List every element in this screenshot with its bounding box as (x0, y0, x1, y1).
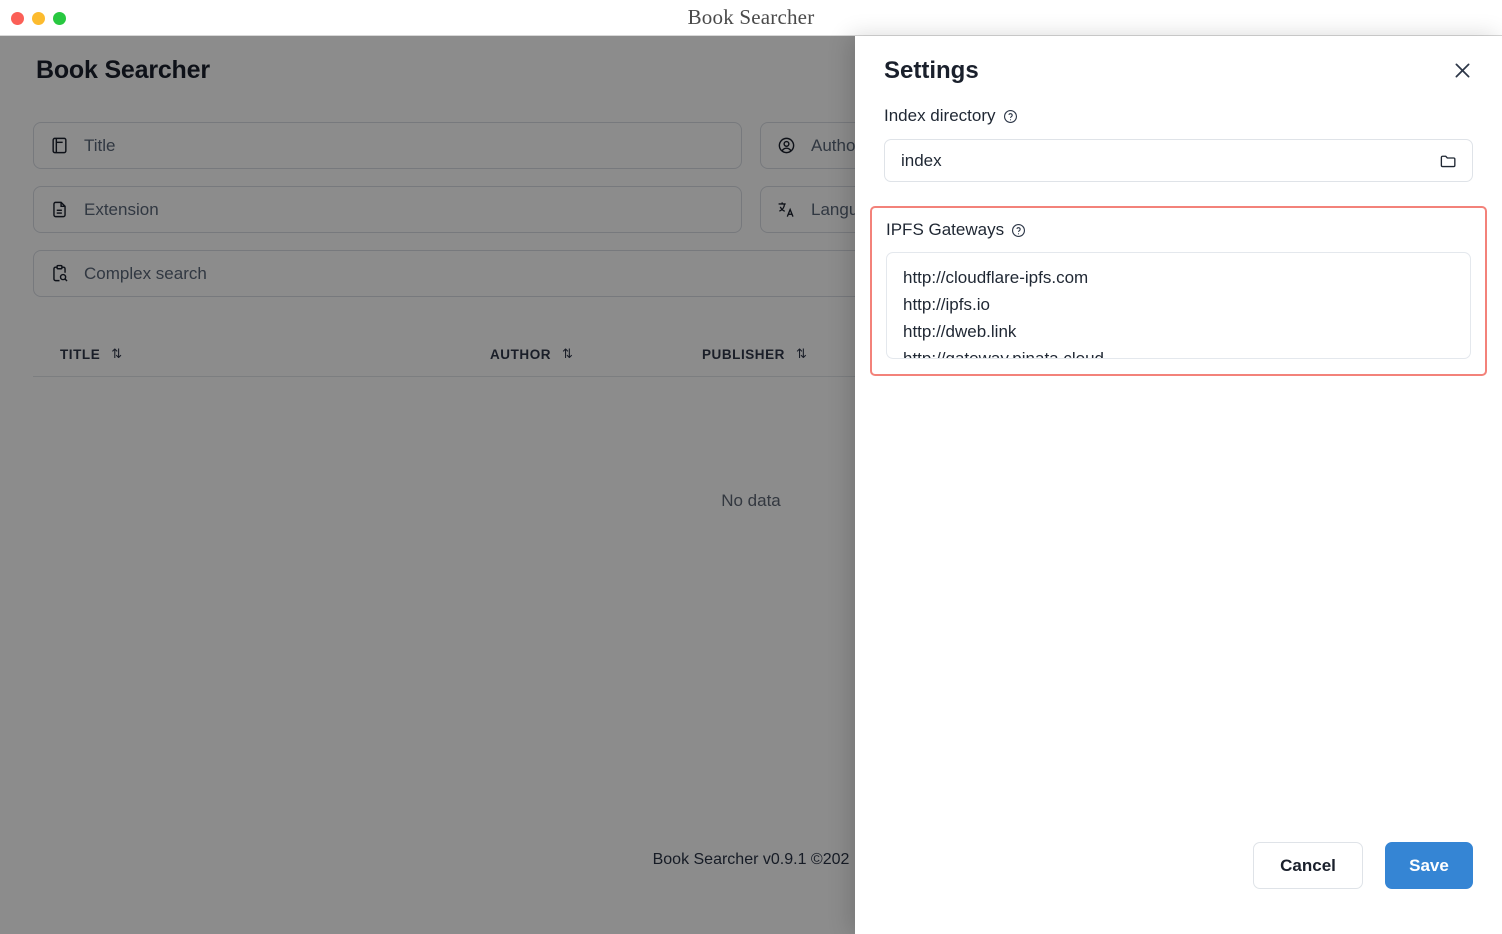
index-directory-input[interactable]: index (884, 139, 1473, 182)
ipfs-gateways-group: IPFS Gateways http://cloudflare-ipfs.com… (870, 206, 1487, 376)
window-titlebar: Book Searcher (0, 0, 1502, 36)
ipfs-gateway-line: http://cloudflare-ipfs.com (903, 268, 1089, 287)
cancel-button[interactable]: Cancel (1253, 842, 1363, 889)
minimize-window-button[interactable] (32, 12, 45, 25)
settings-title: Settings (884, 57, 979, 84)
maximize-window-button[interactable] (53, 12, 66, 25)
index-directory-label-text: Index directory (884, 106, 996, 125)
settings-drawer: Settings Index directory index IPFS Gate… (855, 36, 1502, 934)
settings-header: Settings (855, 36, 1502, 106)
folder-icon[interactable] (1439, 151, 1458, 170)
save-button[interactable]: Save (1385, 842, 1473, 889)
app-window: Book Searcher Book Searcher Title Author… (0, 0, 1502, 934)
settings-body: Index directory index IPFS Gateways http… (855, 106, 1502, 376)
ipfs-gateways-textarea[interactable]: http://cloudflare-ipfs.com http://ipfs.i… (886, 252, 1471, 359)
traffic-lights (11, 12, 66, 25)
close-window-button[interactable] (11, 12, 24, 25)
ipfs-gateway-line: http://ipfs.io (903, 295, 990, 314)
help-circle-icon[interactable] (1011, 223, 1026, 238)
index-directory-group: Index directory index (884, 106, 1473, 182)
close-icon[interactable] (1445, 53, 1479, 87)
index-directory-value: index (901, 150, 942, 170)
window-title: Book Searcher (687, 5, 815, 29)
help-circle-icon[interactable] (1003, 109, 1018, 124)
index-directory-label: Index directory (884, 106, 1473, 126)
settings-actions: Cancel Save (1253, 842, 1473, 889)
ipfs-gateways-label-text: IPFS Gateways (886, 220, 1005, 239)
ipfs-gateway-line: http://dweb.link (903, 322, 1017, 341)
ipfs-gateway-line: http://gateway.pinata.cloud (903, 349, 1104, 359)
ipfs-gateways-label: IPFS Gateways (886, 220, 1471, 240)
